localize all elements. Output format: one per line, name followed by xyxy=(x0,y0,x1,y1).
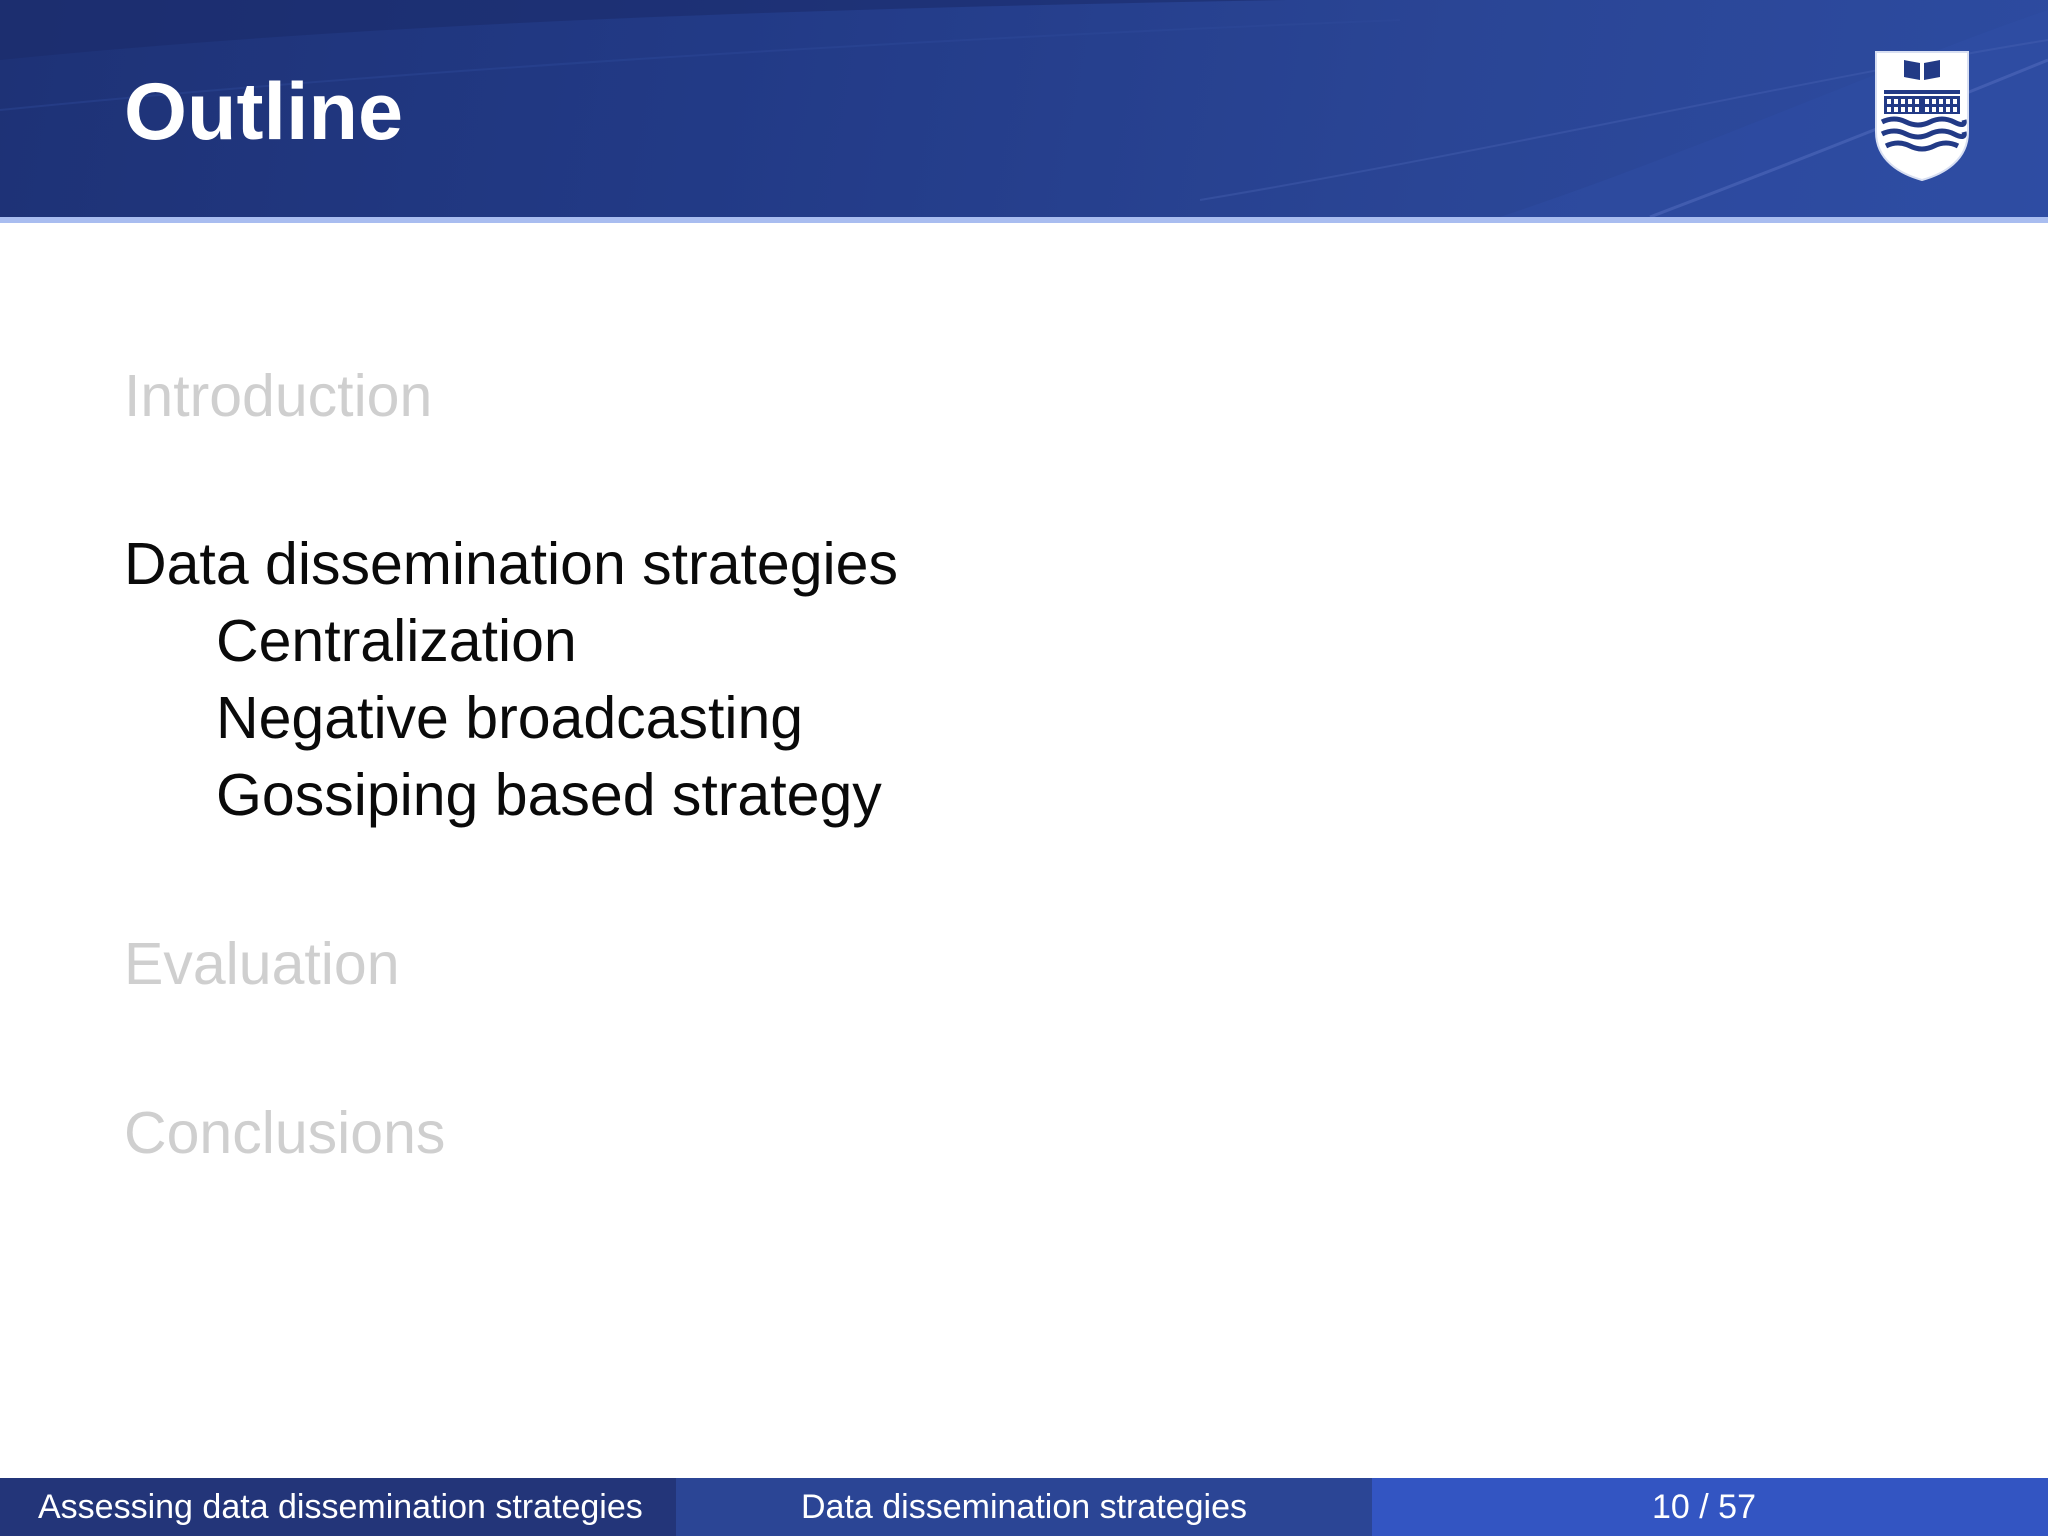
footer-presentation-title[interactable]: Assessing data dissemination strategies xyxy=(0,1478,676,1536)
outline-subsection-negative-broadcasting[interactable]: Negative broadcasting xyxy=(216,680,803,756)
footer-page-number-label: 10 / 57 xyxy=(1652,1487,1756,1526)
outline-subsection-centralization[interactable]: Centralization xyxy=(216,603,577,679)
footer-current-section[interactable]: Data dissemination strategies xyxy=(676,1478,1372,1536)
slide: Outline Introduction Data dissemination … xyxy=(0,0,2048,1536)
slide-header: Outline xyxy=(0,0,2048,217)
footer-presentation-title-label: Assessing data dissemination strategies xyxy=(38,1487,643,1526)
footer-current-section-label: Data dissemination strategies xyxy=(800,1487,1247,1526)
outline-section-conclusions[interactable]: Conclusions xyxy=(124,1095,445,1171)
outline-section-introduction[interactable]: Introduction xyxy=(124,358,432,434)
footer-page-number: 10 / 57 xyxy=(1372,1478,2048,1536)
outline-section-evaluation[interactable]: Evaluation xyxy=(124,926,400,1002)
university-shield-logo-icon xyxy=(1875,51,1969,182)
outline-subsection-gossiping-based-strategy[interactable]: Gossiping based strategy xyxy=(216,757,882,833)
outline-section-data-dissemination-strategies[interactable]: Data dissemination strategies xyxy=(124,526,898,602)
slide-footer: Assessing data dissemination strategies … xyxy=(0,1478,2048,1536)
header-divider xyxy=(0,217,2048,223)
slide-title: Outline xyxy=(124,67,403,157)
